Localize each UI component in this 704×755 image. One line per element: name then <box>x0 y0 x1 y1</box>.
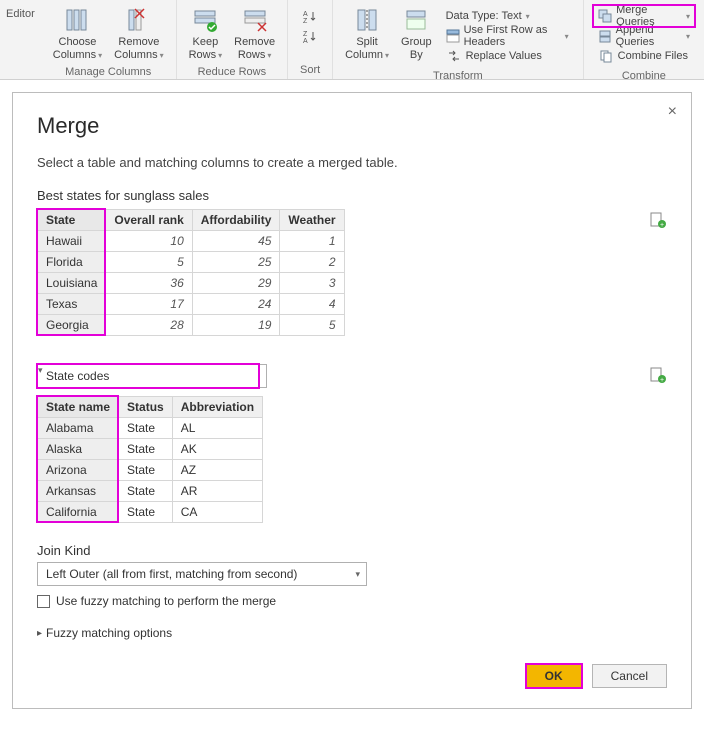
table-row[interactable]: Florida5252 <box>38 252 345 273</box>
merge-queries-button[interactable]: Merge Queries▾ <box>594 6 694 26</box>
keep-rows-button[interactable]: Keep Rows <box>183 4 229 64</box>
table-row[interactable]: Louisiana36293 <box>38 273 345 294</box>
table-row[interactable]: CaliforniaStateCA <box>38 502 263 523</box>
group-by-button[interactable]: Group By <box>395 4 438 64</box>
transform-group-label: Transform <box>433 68 483 85</box>
cancel-button[interactable]: Cancel <box>592 664 667 688</box>
use-first-row-button[interactable]: Use First Row as Headers▾ <box>442 26 573 46</box>
join-kind-label: Join Kind <box>37 543 667 558</box>
sort-asc-icon: AZ <box>302 8 318 24</box>
ok-button[interactable]: OK <box>526 664 582 688</box>
table-row[interactable]: Texas17244 <box>38 294 345 315</box>
group-by-icon <box>402 6 430 34</box>
combine-files-button[interactable]: Combine Files <box>594 46 694 66</box>
remove-rows-button[interactable]: Remove Rows <box>228 4 281 64</box>
merge-dialog: × Merge Select a table and matching colu… <box>12 92 692 709</box>
combine-files-icon <box>598 48 614 64</box>
split-column-button[interactable]: Split Column <box>339 4 395 64</box>
fuzzy-options-expander[interactable]: Fuzzy matching options <box>37 626 667 640</box>
append-icon <box>598 28 612 44</box>
table-options-icon[interactable]: + <box>649 211 667 229</box>
sort-desc-button[interactable]: ZA <box>298 26 322 46</box>
sort-desc-icon: ZA <box>302 28 318 44</box>
svg-text:Z: Z <box>303 18 308 23</box>
column-header[interactable]: Abbreviation <box>172 397 262 418</box>
split-column-icon <box>353 6 381 34</box>
table-row[interactable]: ArkansasStateAR <box>38 481 263 502</box>
column-header[interactable]: State name <box>38 397 119 418</box>
checkbox-icon <box>37 595 50 608</box>
remove-columns-button[interactable]: Remove Columns <box>108 4 169 64</box>
editor-tab: Editor <box>0 0 41 79</box>
table-row[interactable]: AlaskaStateAK <box>38 439 263 460</box>
table2-selector[interactable]: State codes <box>37 364 267 388</box>
table1-label: Best states for sunglass sales <box>37 188 667 203</box>
ribbon: Editor Choose Columns Remove Columns Man… <box>0 0 704 80</box>
table-row[interactable]: Georgia28195 <box>38 315 345 336</box>
replace-icon <box>446 48 462 64</box>
column-header[interactable]: State <box>38 210 106 231</box>
svg-text:+: + <box>660 377 664 384</box>
table-row[interactable]: Hawaii10451 <box>38 231 345 252</box>
column-header[interactable]: Affordability <box>192 210 280 231</box>
table-row[interactable]: AlabamaStateAL <box>38 418 263 439</box>
table2[interactable]: State nameStatusAbbreviationAlabamaState… <box>37 396 263 523</box>
remove-rows-icon <box>241 6 269 34</box>
sort-group-label: Sort <box>300 62 320 79</box>
sort-asc-button[interactable]: AZ <box>298 6 322 26</box>
combine-group-label: Combine <box>622 68 666 85</box>
headers-icon <box>446 28 460 44</box>
remove-columns-icon <box>125 6 153 34</box>
keep-rows-icon <box>191 6 219 34</box>
choose-columns-button[interactable]: Choose Columns <box>47 4 108 64</box>
dialog-title: Merge <box>37 113 667 139</box>
manage-columns-group-label: Manage Columns <box>65 64 151 81</box>
svg-text:+: + <box>660 222 664 229</box>
table-options-icon-2[interactable]: + <box>649 366 667 384</box>
column-header[interactable]: Weather <box>280 210 344 231</box>
column-header[interactable]: Overall rank <box>106 210 192 231</box>
svg-text:Z: Z <box>303 31 308 38</box>
svg-text:A: A <box>303 38 308 43</box>
append-queries-button[interactable]: Append Queries▾ <box>594 26 694 46</box>
join-kind-select[interactable]: Left Outer (all from first, matching fro… <box>37 562 367 586</box>
table-row[interactable]: ArizonaStateAZ <box>38 460 263 481</box>
fuzzy-checkbox-row[interactable]: Use fuzzy matching to perform the merge <box>37 594 667 608</box>
replace-values-button[interactable]: Replace Values <box>442 46 573 66</box>
svg-text:A: A <box>303 11 308 18</box>
dialog-subtitle: Select a table and matching columns to c… <box>37 155 667 170</box>
column-header[interactable]: Status <box>119 397 173 418</box>
reduce-rows-group-label: Reduce Rows <box>198 64 266 81</box>
close-icon[interactable]: × <box>668 103 677 121</box>
data-type-button[interactable]: Data Type: Text▾ <box>442 6 573 26</box>
choose-columns-icon <box>63 6 91 34</box>
merge-icon <box>598 8 612 24</box>
table1[interactable]: StateOverall rankAffordabilityWeatherHaw… <box>37 209 345 336</box>
